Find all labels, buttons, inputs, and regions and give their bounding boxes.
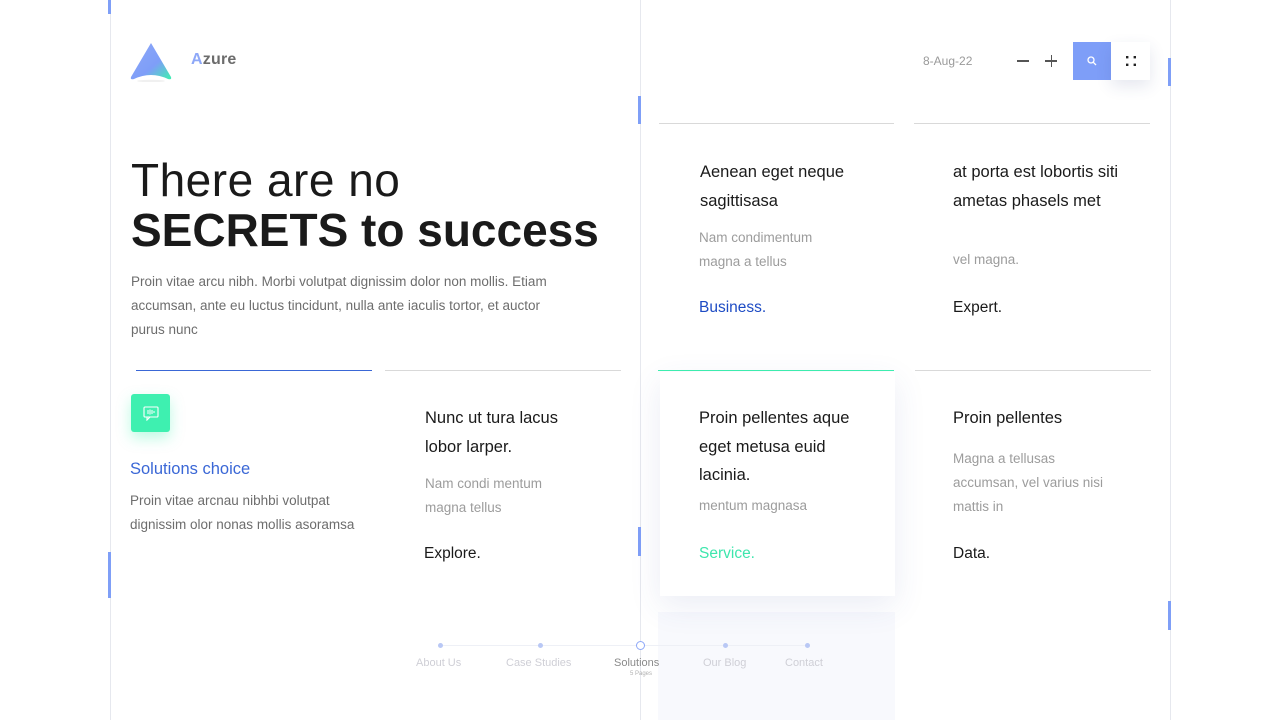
frame-accent-mark	[1168, 601, 1171, 630]
search-button[interactable]	[1073, 42, 1111, 80]
explore-link[interactable]: Explore.	[424, 545, 481, 563]
solutions-title[interactable]: Solutions choice	[130, 460, 250, 479]
nav-about-us[interactable]: About Us	[416, 657, 461, 669]
business-link[interactable]: Business.	[699, 299, 766, 317]
card-title: at porta est lobortis siti ametas phasel…	[953, 163, 1119, 210]
brand-name[interactable]: Azure	[191, 51, 236, 69]
zoom-in-button[interactable]	[1040, 50, 1062, 72]
background-panel	[658, 612, 895, 720]
service-link[interactable]: Service.	[699, 545, 755, 563]
nav-dot[interactable]	[438, 643, 443, 648]
frame-accent-mark	[638, 96, 641, 124]
card-title: Aenean eget neque sagittisasa	[700, 163, 845, 210]
card-title: Nunc ut tura lacus lobor larper.	[425, 409, 558, 456]
nav-track	[440, 645, 807, 646]
hero-heading-light: There are no	[131, 154, 401, 206]
card-subtitle: mentum magnasa	[699, 498, 808, 513]
solutions-icon-box	[131, 394, 170, 432]
frame-accent-mark	[108, 0, 111, 14]
card-subtitle: Nam condi mentum magna tellus	[425, 476, 543, 515]
expert-link[interactable]: Expert.	[953, 299, 1002, 317]
nav-dot-active[interactable]	[636, 641, 645, 650]
message-icon	[142, 405, 159, 421]
card-title: Proin pellentes	[953, 409, 1063, 427]
nav-dot[interactable]	[538, 643, 543, 648]
card-divider	[915, 370, 1151, 371]
card-divider	[914, 123, 1150, 124]
date-label: 8-Aug-22	[923, 54, 973, 68]
card-title: Proin pellentes aque eget metusa euid la…	[699, 409, 850, 484]
logo-icon[interactable]	[130, 42, 172, 83]
menu-button[interactable]	[1111, 42, 1150, 80]
hero-heading-bold: SECRETS to success	[131, 204, 599, 256]
brand-rest: zure	[202, 51, 237, 68]
brand-first-letter: A	[191, 51, 203, 68]
search-icon	[1087, 56, 1097, 66]
frame-accent-mark	[638, 527, 641, 556]
card-divider	[659, 123, 894, 124]
frame-accent-mark	[108, 552, 111, 598]
card-divider	[385, 370, 621, 371]
card-divider-highlight	[658, 370, 894, 371]
dots-grid-icon	[1125, 56, 1136, 66]
zoom-out-button[interactable]	[1012, 50, 1034, 72]
nav-case-studies[interactable]: Case Studies	[506, 657, 571, 669]
card-subtitle: Nam condimentum magna a tellus	[699, 230, 813, 269]
card-subtitle: Magna a tellusas accumsan, vel varius ni…	[953, 451, 1104, 514]
nav-solutions[interactable]: Solutions	[614, 657, 659, 669]
nav-contact[interactable]: Contact	[785, 657, 823, 669]
card-divider-active	[136, 370, 372, 371]
data-link[interactable]: Data.	[953, 545, 990, 563]
nav-solutions-sub: 5 Pages	[630, 671, 653, 677]
nav-our-blog[interactable]: Our Blog	[703, 657, 746, 669]
frame-accent-mark	[1168, 58, 1171, 86]
nav-dot[interactable]	[805, 643, 810, 648]
hero-description: Proin vitae arcu nibh. Morbi volutpat di…	[131, 274, 547, 337]
card-subtitle: vel magna.	[953, 252, 1020, 267]
solutions-description: Proin vitae arcnau nibhbi volutpat digni…	[130, 493, 355, 532]
frame-left-line	[110, 0, 111, 720]
nav-dot[interactable]	[723, 643, 728, 648]
